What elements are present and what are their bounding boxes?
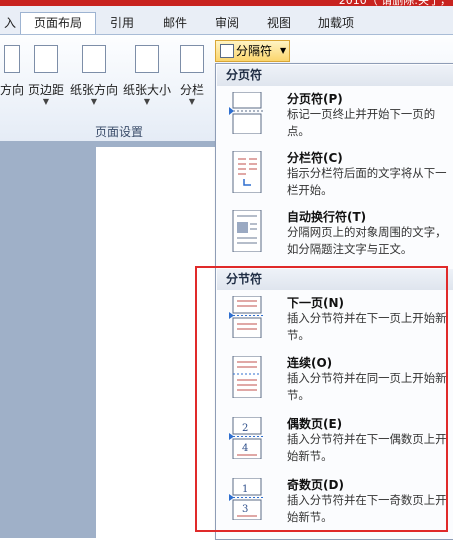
orientation-icon <box>82 45 106 73</box>
breaks-button[interactable]: 分隔符 ▼ <box>215 40 290 62</box>
page-break-title: 分页符(P) <box>287 92 343 106</box>
next-page-icon <box>229 296 263 338</box>
breaks-dropdown-menu: 分页符 分页符(P) 标记一页终止并开始下一页的点。 分栏符(C) 指示分栏符后… <box>215 63 453 540</box>
page-break-header: 分页符 <box>217 65 453 86</box>
orientation-button[interactable]: 纸张方向 ▼ <box>68 35 120 113</box>
size-button[interactable]: 纸张大小 ▼ <box>121 35 173 113</box>
odd-page-num-3: 3 <box>242 504 248 515</box>
chevron-down-icon: ▼ <box>280 46 287 55</box>
column-break-icon <box>232 151 262 193</box>
page-setup-group-label: 页面设置 <box>95 125 144 139</box>
odd-page-desc: 插入分节符并在下一奇数页上开始新节。 <box>287 493 447 524</box>
text-direction-label: 方向 <box>0 83 25 97</box>
odd-page-title: 奇数页(D) <box>287 478 344 492</box>
text-wrapping-break-icon <box>232 210 262 252</box>
menu-item-next-page[interactable]: 下一页(N) 插入分节符并在下一页上开始新节。 <box>217 292 453 350</box>
size-label: 纸张大小 <box>122 83 171 97</box>
columns-button[interactable]: 分栏 ▼ <box>176 35 208 113</box>
breaks-icon <box>220 44 234 58</box>
margins-button[interactable]: 页边距 ▼ <box>26 35 66 113</box>
tab-references[interactable]: 引用 <box>100 13 144 34</box>
odd-page-num-1: 1 <box>242 484 248 495</box>
menu-item-page-break[interactable]: 分页符(P) 标记一页终止并开始下一页的点。 <box>217 88 453 146</box>
tab-page-layout[interactable]: 页面布局 <box>20 12 96 35</box>
even-page-num-2: 2 <box>242 423 248 434</box>
tab-view[interactable]: 视图 <box>258 13 300 34</box>
odd-page-icon: 1 3 <box>229 478 263 520</box>
tab-mailings[interactable]: 邮件 <box>152 13 198 34</box>
page-break-icon <box>229 92 263 134</box>
even-page-num-4: 4 <box>242 443 248 454</box>
even-page-desc: 插入分节符并在下一偶数页上开始新节。 <box>287 432 447 463</box>
tab-insert[interactable]: 入 <box>0 13 20 34</box>
text-direction-button[interactable]: 方向 <box>0 35 24 113</box>
ribbon-tab-bar: 入 页面布局 引用 邮件 审阅 视图 加载项 <box>0 6 453 35</box>
continuous-desc: 插入分节符并在同一页上开始新节。 <box>287 371 447 402</box>
menu-item-even-page[interactable]: 2 4 偶数页(E) 插入分节符并在下一偶数页上开始新节。 <box>217 413 453 471</box>
tab-addins[interactable]: 加载项 <box>307 13 365 34</box>
even-page-icon: 2 4 <box>229 417 263 459</box>
text-wrapping-break-title: 自动换行符(T) <box>287 210 367 224</box>
tab-review[interactable]: 审阅 <box>205 13 249 34</box>
columns-label: 分栏 <box>179 83 204 97</box>
page-break-desc: 标记一页终止并开始下一页的点。 <box>287 107 436 138</box>
even-page-title: 偶数页(E) <box>287 417 343 431</box>
margins-label: 页边距 <box>27 83 64 97</box>
orientation-label: 纸张方向 <box>69 83 118 97</box>
menu-item-odd-page[interactable]: 1 3 奇数页(D) 插入分节符并在下一奇数页上开始新节。 <box>217 474 453 532</box>
chevron-down-icon: ▼ <box>188 97 196 106</box>
section-break-header: 分节符 <box>217 269 453 290</box>
column-break-title: 分栏符(C) <box>287 151 343 165</box>
text-wrapping-break-desc: 分隔网页上的对象周围的文字，如分隔题注文字与正文。 <box>287 225 447 256</box>
menu-item-text-wrapping-break[interactable]: 自动换行符(T) 分隔网页上的对象周围的文字，如分隔题注文字与正文。 <box>217 206 453 268</box>
next-page-title: 下一页(N) <box>287 296 345 310</box>
next-page-desc: 插入分节符并在下一页上开始新节。 <box>287 311 447 342</box>
chevron-down-icon: ▼ <box>143 97 151 106</box>
chevron-down-icon: ▼ <box>42 97 50 106</box>
margins-icon <box>34 45 58 73</box>
menu-item-column-break[interactable]: 分栏符(C) 指示分栏符后面的文字将从下一栏开始。 <box>217 147 453 205</box>
size-icon <box>135 45 159 73</box>
text-direction-icon <box>4 45 20 73</box>
continuous-title: 连续(O) <box>287 356 333 370</box>
columns-icon <box>180 45 204 73</box>
breaks-button-label: 分隔符 <box>236 44 273 58</box>
menu-item-continuous[interactable]: 连续(O) 插入分节符并在同一页上开始新节。 <box>217 352 453 410</box>
chevron-down-icon: ▼ <box>90 97 98 106</box>
continuous-icon <box>232 356 262 398</box>
column-break-desc: 指示分栏符后面的文字将从下一栏开始。 <box>287 166 447 197</box>
